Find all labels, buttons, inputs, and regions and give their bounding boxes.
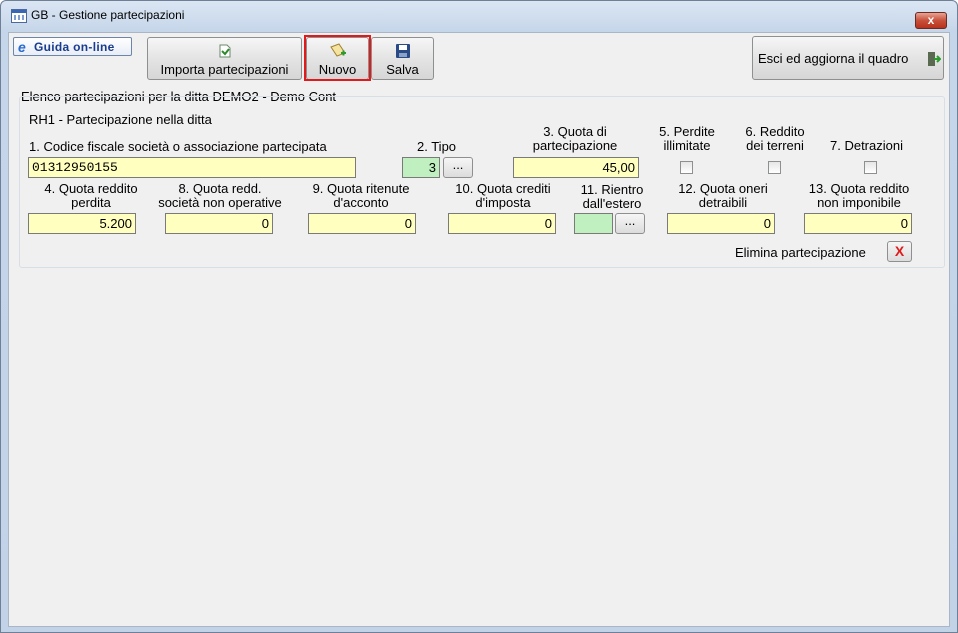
field-4-label-line1: 4. Quota reddito — [44, 181, 138, 196]
internet-explorer-icon: e — [18, 39, 26, 55]
delete-participation-button[interactable]: X — [887, 241, 912, 262]
non-operating-income-field[interactable]: 0 — [165, 213, 273, 234]
field-8-label-line1: 8. Quota redd. — [178, 181, 262, 196]
import-icon — [219, 44, 230, 58]
income-loss-share-field[interactable]: 5.200 — [28, 213, 136, 234]
field-9-label-line2: d'acconto — [333, 195, 389, 210]
deductible-charges-field[interactable]: 0 — [667, 213, 775, 234]
import-participations-button[interactable]: Importa partecipazioni — [147, 37, 302, 80]
field-3-label-line1: 3. Quota di — [543, 124, 607, 139]
field-9-label-line1: 9. Quota ritenute — [312, 181, 410, 196]
field-6-label-line2: dei terreni — [746, 138, 804, 153]
field-1-label: 1. Codice fiscale società o associazione… — [29, 139, 327, 154]
window-app-icon — [11, 9, 27, 23]
field-5-label-line1: 5. Perdite — [659, 124, 715, 139]
client-area: e Guida on-line Importa partecipazioni N… — [8, 32, 950, 627]
land-income-checkbox[interactable] — [768, 161, 781, 174]
field-13-label-line1: 13. Quota reddito — [808, 181, 910, 196]
exit-update-button[interactable]: Esci ed aggiorna il quadro — [752, 36, 944, 80]
field-8-label-line2: società non operative — [158, 195, 282, 210]
field-2-label: 2. Tipo — [417, 139, 457, 154]
window-title: GB - Gestione partecipazioni — [31, 8, 185, 22]
title-bar: GB - Gestione partecipazioni x — [1, 1, 957, 31]
field-10-label-line2: d'imposta — [475, 195, 531, 210]
field-11-label-line2: dall'estero — [582, 196, 642, 211]
section-title: RH1 - Partecipazione nella ditta — [27, 112, 214, 127]
non-taxable-income-field[interactable]: 0 — [804, 213, 912, 234]
field-5-label-line2: illimitate — [663, 138, 711, 153]
delete-participation-label: Elimina partecipazione — [735, 245, 866, 260]
field-13-label-line2: non imponibile — [817, 195, 901, 210]
foreign-return-field[interactable] — [574, 213, 613, 234]
field-11-label-line1: 11. Rientro — [580, 182, 644, 197]
field-6-label-line1: 6. Reddito — [745, 124, 805, 139]
field-7-label: 7. Detrazioni — [830, 138, 903, 153]
deductions-checkbox[interactable] — [864, 161, 877, 174]
withholding-share-field[interactable]: 0 — [308, 213, 416, 234]
type-lookup-button[interactable]: ... — [443, 157, 473, 178]
field-12-label-line1: 12. Quota oneri — [678, 181, 768, 196]
floppy-disk-icon — [395, 44, 410, 58]
tax-credit-share-field[interactable]: 0 — [448, 213, 556, 234]
field-12-label-line2: detraibili — [698, 195, 748, 210]
new-button-highlight — [304, 35, 371, 81]
type-field[interactable]: 3 — [402, 157, 440, 178]
field-4-label-line2: perdita — [71, 195, 111, 210]
window: GB - Gestione partecipazioni x e Guida o… — [0, 0, 958, 633]
participation-share-field[interactable]: 45,00 — [513, 157, 639, 178]
close-button[interactable]: x — [915, 12, 947, 29]
unlimited-losses-checkbox[interactable] — [680, 161, 693, 174]
field-10-label-line1: 10. Quota crediti — [455, 181, 551, 196]
exit-door-icon — [928, 52, 941, 66]
fiscal-code-field[interactable]: 01312950155 — [28, 157, 356, 178]
help-online-button[interactable]: e Guida on-line — [13, 37, 132, 56]
field-3-label-line2: partecipazione — [532, 138, 618, 153]
save-button[interactable]: Salva — [371, 37, 434, 80]
foreign-return-lookup-button[interactable]: ... — [615, 213, 645, 234]
